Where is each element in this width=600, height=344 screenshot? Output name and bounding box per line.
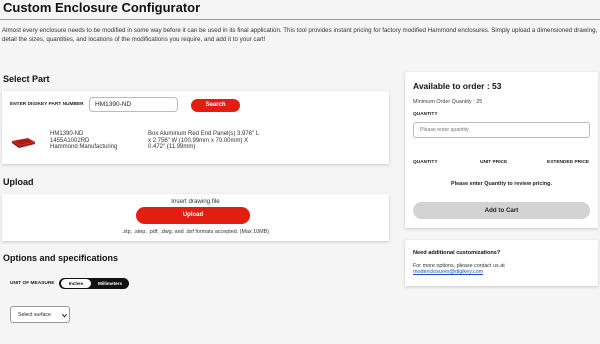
minimum-order-quantity: Minimum Order Quantity : 25 xyxy=(413,99,483,105)
options-heading: Options and specifications xyxy=(3,253,119,263)
column-header-extended-price: EXTENDED PRICE xyxy=(547,160,590,165)
page-title: Custom Enclosure Configurator xyxy=(3,0,201,15)
unit-inches-option[interactable]: Inches xyxy=(61,279,91,288)
quantity-input[interactable] xyxy=(413,122,590,138)
available-to-order: Available to order : 53 xyxy=(413,81,502,91)
select-surface-label: Select surface xyxy=(18,312,51,318)
part-number-input[interactable]: HM1390-ND xyxy=(89,97,178,112)
enclosure-thumbnail xyxy=(12,138,35,148)
upload-button[interactable]: Upload xyxy=(136,207,250,224)
select-part-card: ENTER DIGIKEY PART NUMBER HM1390-ND Sear… xyxy=(2,91,389,164)
unit-of-measure-toggle[interactable]: Inches Millimeters xyxy=(59,278,129,289)
intro-text: Almost every enclosure needs to be modif… xyxy=(2,27,598,43)
part-number-label: ENTER DIGIKEY PART NUMBER xyxy=(10,102,84,107)
description-line: Box Aluminum Red End Panel(s) 3.976" L xyxy=(148,131,260,137)
column-header-quantity: QUANTITY xyxy=(413,160,438,165)
customization-heading: Need additional customizations? xyxy=(413,250,501,256)
add-to-cart-button[interactable]: Add to Cart xyxy=(413,202,590,219)
upload-heading: Upload xyxy=(3,177,34,187)
product-description: Box Aluminum Red End Panel(s) 3.976" L x… xyxy=(148,131,260,151)
insert-drawing-label: Insert drawing file xyxy=(171,198,220,205)
order-panel: Available to order : 53 Minimum Order Qu… xyxy=(405,72,598,228)
upload-card: Insert drawing file Upload .stp, .step, … xyxy=(2,194,389,241)
search-button[interactable]: Search xyxy=(191,99,240,112)
accepted-formats-note: .stp, .step, .pdf, .dwg, and .dxf format… xyxy=(121,229,270,235)
column-header-unit-price: UNIT PRICE xyxy=(480,160,508,165)
chevron-down-icon xyxy=(61,313,68,318)
quantity-label: QUANTITY xyxy=(413,112,438,117)
product-part-numbers: HM1390-ND 1455A1002RD Hammond Manufactur… xyxy=(50,131,117,151)
contact-email-link[interactable]: modenclosures@digikey.com xyxy=(413,269,483,275)
title-divider xyxy=(0,19,600,20)
pricing-message: Please enter Quantity to review pricing. xyxy=(451,181,552,187)
select-part-heading: Select Part xyxy=(3,74,50,84)
select-surface-dropdown[interactable]: Select surface xyxy=(10,306,70,323)
description-line: 0.472" (11.99mm) xyxy=(148,144,196,150)
manufacturer-name: Hammond Manufacturing xyxy=(50,144,118,150)
unit-of-measure-label: UNIT OF MEASURE xyxy=(10,281,55,286)
customization-panel: Need additional customizations? For more… xyxy=(405,240,598,286)
unit-millimeters-option[interactable]: Millimeters xyxy=(93,279,127,288)
